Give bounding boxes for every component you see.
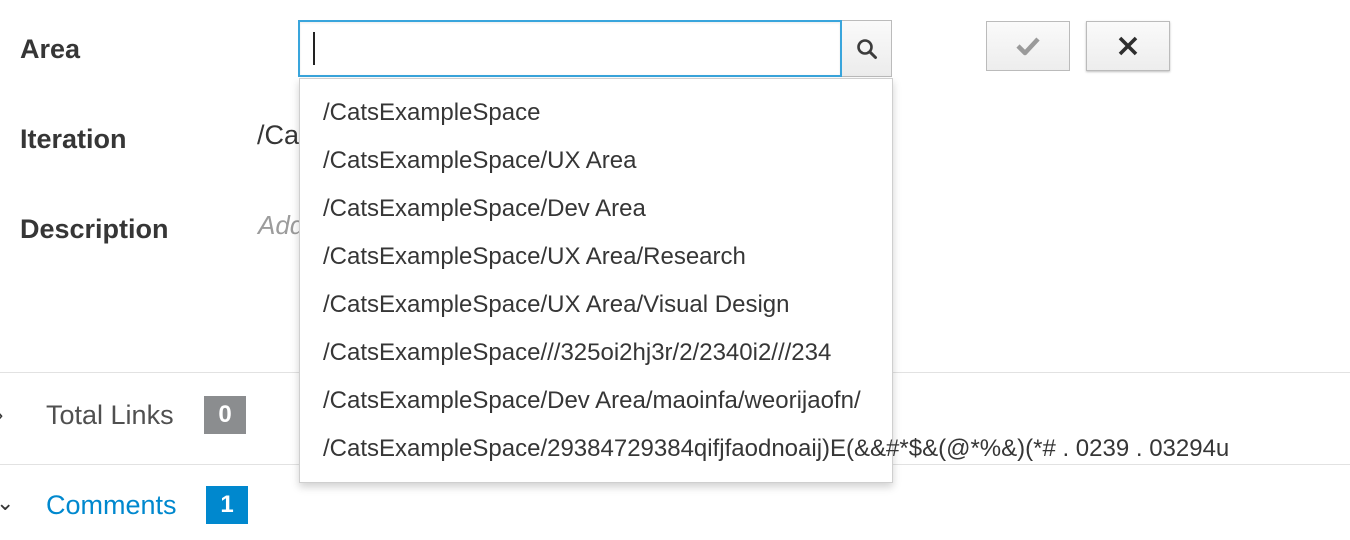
area-search-input[interactable] xyxy=(298,20,842,77)
dropdown-option[interactable]: /CatsExampleSpace///325oi2hj3r/2/2340i2/… xyxy=(323,339,831,367)
dropdown-option[interactable]: /CatsExampleSpace/UX Area xyxy=(323,147,637,175)
search-icon xyxy=(856,38,877,59)
checkmark-icon xyxy=(1016,37,1040,56)
total-links-count-badge: 0 xyxy=(204,396,246,434)
description-placeholder[interactable]: Add xyxy=(258,210,304,241)
save-button[interactable] xyxy=(986,21,1070,71)
dropdown-option[interactable]: /CatsExampleSpace xyxy=(323,99,540,127)
chevron-down-icon[interactable]: ⌄ xyxy=(0,490,14,516)
dropdown-option[interactable]: /CatsExampleSpace/Dev Area/maoinfa/weori… xyxy=(323,387,861,415)
dropdown-option[interactable]: /CatsExampleSpace/Dev Area xyxy=(323,195,646,223)
comments-count-badge: 1 xyxy=(206,486,248,524)
description-label: Description xyxy=(20,214,169,244)
dropdown-option[interactable]: /CatsExampleSpace/UX Area/Visual Design xyxy=(323,291,789,319)
iteration-label: Iteration xyxy=(20,124,127,154)
dropdown-option[interactable]: /CatsExampleSpace/29384729384qifjfaodnoa… xyxy=(323,435,1229,463)
cancel-button[interactable] xyxy=(1086,21,1170,71)
search-button[interactable] xyxy=(842,20,892,77)
total-links-title[interactable]: Total Links xyxy=(46,400,174,431)
area-search-combobox xyxy=(298,20,892,77)
text-cursor xyxy=(313,32,315,65)
area-suggestions-dropdown: /CatsExampleSpace /CatsExampleSpace/UX A… xyxy=(299,78,1229,483)
comments-title[interactable]: Comments xyxy=(46,490,177,521)
work-item-detail-page: Area Iteration /Ca Description Add › Tot… xyxy=(0,0,1350,540)
iteration-value[interactable]: /Ca xyxy=(257,120,299,151)
chevron-right-icon[interactable]: › xyxy=(0,402,3,428)
close-icon xyxy=(1118,36,1138,56)
area-label: Area xyxy=(20,34,81,64)
dropdown-option[interactable]: /CatsExampleSpace/UX Area/Research xyxy=(323,243,746,271)
